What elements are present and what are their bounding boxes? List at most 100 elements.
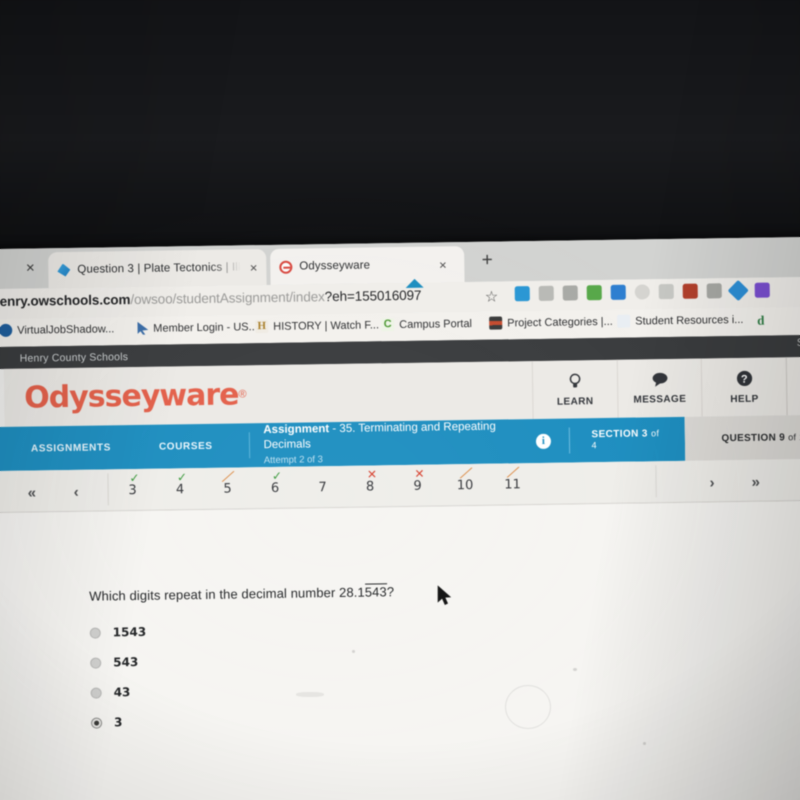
- dust-speck: [352, 650, 355, 653]
- bookmark-item-campus-portal[interactable]: C Campus Portal: [381, 317, 473, 332]
- pager-item-number: 9: [413, 478, 422, 494]
- pager-item-5[interactable]: 5 ╱: [215, 469, 241, 497]
- question-circle-icon: ?: [736, 369, 753, 389]
- browser-window: × Question 3 | Plate Tectonics | Ill × O…: [0, 236, 800, 800]
- c-extension-icon[interactable]: [706, 283, 722, 299]
- close-icon[interactable]: ×: [250, 260, 258, 275]
- person-extension-icon[interactable]: [586, 285, 602, 301]
- assignment-label: Assignment: [263, 423, 330, 437]
- pager-item-3[interactable]: 3 ✓: [120, 471, 146, 499]
- answer-option[interactable]: 3: [90, 707, 148, 738]
- divider: [248, 432, 250, 459]
- pager-prev-button[interactable]: ‹: [74, 484, 79, 501]
- answer-option-label: 543: [113, 654, 139, 670]
- bookmark-item-project-categories[interactable]: Project Categories |...: [489, 315, 613, 330]
- bookmark-label: HISTORY | Watch F...: [273, 318, 380, 333]
- message-label: MESSAGE: [633, 393, 687, 406]
- answer-options-list: 1543 543 43 3: [89, 617, 148, 738]
- answer-option[interactable]: 43: [90, 677, 147, 708]
- project-icon: [489, 316, 503, 330]
- bookmark-item-extra[interactable]: d: [757, 313, 764, 329]
- new-tab-button[interactable]: +: [476, 250, 498, 271]
- pager-item-9[interactable]: 9 ✕: [405, 467, 431, 494]
- question-indicator: QUESTION 9 of 1: [684, 414, 800, 461]
- assignment-info: Assignment - 35. Terminating and Repeati…: [263, 419, 536, 467]
- virtualjobshadow-icon: [0, 323, 13, 337]
- dust-smudge: [505, 685, 551, 729]
- tab-close-icon-offscreen[interactable]: ×: [22, 259, 38, 276]
- pager-item-4[interactable]: 4 ✓: [167, 470, 193, 498]
- answer-option-label: 1543: [112, 624, 147, 640]
- share-extension-icon[interactable]: [610, 284, 626, 300]
- clock-extension-icon[interactable]: [634, 284, 650, 300]
- pager-item-11[interactable]: 11 ╱: [499, 465, 525, 493]
- note-extension-icon[interactable]: [658, 283, 674, 300]
- radio-button[interactable]: [90, 657, 102, 669]
- pager-item-10[interactable]: 10 ╱: [452, 465, 478, 493]
- bookmark-item-virtualjobshadow[interactable]: VirtualJobShadow...: [0, 322, 114, 337]
- answer-option[interactable]: 1543: [89, 617, 147, 648]
- bookmark-item-member-login[interactable]: Member Login - US...: [135, 320, 258, 335]
- bookmark-label: VirtualJobShadow...: [17, 322, 115, 337]
- radio-button[interactable]: [89, 627, 101, 639]
- answer-option-label: 3: [113, 715, 123, 730]
- close-icon[interactable]: ×: [439, 257, 447, 272]
- bookmark-item-history[interactable]: H HISTORY | Watch F...: [255, 318, 380, 334]
- pager-item-7[interactable]: 7: [310, 480, 336, 495]
- brand-text: Odysseyware: [23, 376, 239, 416]
- dust-speck: [573, 668, 577, 671]
- pager-item-8[interactable]: 8 ✕: [357, 467, 383, 495]
- divider: [568, 427, 570, 454]
- pager-first-button[interactable]: «: [28, 484, 37, 501]
- help-button[interactable]: ? HELP: [701, 357, 787, 417]
- pager-status-incorrect-icon: ✕: [414, 466, 425, 481]
- dust-speck: [643, 742, 646, 745]
- browser-tab-2[interactable]: Odysseyware ×: [270, 246, 465, 285]
- pager-next-button[interactable]: ›: [709, 474, 714, 491]
- radio-button[interactable]: [90, 687, 102, 699]
- dust-smudge: [296, 692, 324, 697]
- pager-last-button[interactable]: »: [751, 474, 760, 491]
- info-icon[interactable]: i: [536, 433, 551, 449]
- pager-item-number: 3: [128, 482, 137, 499]
- cloud-extension-icon[interactable]: [514, 286, 530, 302]
- photo-of-screen: × Question 3 | Plate Tectonics | Ill × O…: [0, 0, 800, 800]
- learn-button[interactable]: LEARN: [531, 359, 618, 420]
- message-button[interactable]: MESSAGE: [616, 358, 702, 418]
- url-domain: henry.owschools.com: [0, 292, 131, 310]
- pager-item-number: 7: [318, 480, 327, 496]
- current-question-caret: [405, 278, 424, 288]
- bookmark-label: Campus Portal: [399, 317, 473, 331]
- url-query: ?eh=155016097: [324, 287, 422, 305]
- layers-extension-icon[interactable]: [562, 285, 578, 301]
- browser-tab-1[interactable]: Question 3 | Plate Tectonics | Ill ×: [48, 249, 267, 289]
- bookmark-item-student-resources[interactable]: Student Resources i...: [617, 313, 743, 328]
- registered-mark: ®: [238, 388, 247, 401]
- red-extension-icon[interactable]: [682, 283, 698, 299]
- help-label: HELP: [730, 393, 759, 405]
- odysseyware-logo[interactable]: Odysseyware ®: [4, 361, 533, 427]
- green-d-icon: d: [757, 312, 765, 328]
- pager-status-incorrect-icon: ✕: [366, 467, 378, 482]
- radio-button-selected[interactable]: [90, 717, 103, 729]
- pager-item-number: 4: [175, 482, 185, 498]
- pager-item-6[interactable]: 6 ✓: [262, 469, 288, 496]
- pager-status-correct-icon: ✓: [129, 470, 140, 486]
- section-indicator: SECTION 3 of 4: [591, 428, 665, 451]
- svg-text:?: ?: [741, 373, 748, 385]
- bookmark-star-icon[interactable]: ☆: [485, 288, 499, 306]
- purple-extension-icon[interactable]: [754, 282, 770, 298]
- nav-assignments[interactable]: ASSIGNMENTS: [31, 442, 111, 454]
- signout-button[interactable]: SIG: [785, 356, 800, 416]
- dark-background-above-screen: [0, 0, 800, 252]
- nav-courses[interactable]: COURSES: [159, 440, 213, 452]
- pager-status-correct-icon: ✓: [176, 470, 188, 485]
- section-number: SECTION 3: [591, 428, 648, 441]
- browser-tab-2-title: Odysseyware: [299, 259, 371, 273]
- document-extension-icon[interactable]: [538, 285, 554, 301]
- answer-option[interactable]: 543: [90, 647, 147, 678]
- pager-item-number: 8: [365, 479, 375, 495]
- learn-label: LEARN: [556, 395, 594, 408]
- browser-tab-1-title: Question 3 | Plate Tectonics | Ill: [77, 261, 241, 276]
- odysseyware-icon: [279, 260, 293, 274]
